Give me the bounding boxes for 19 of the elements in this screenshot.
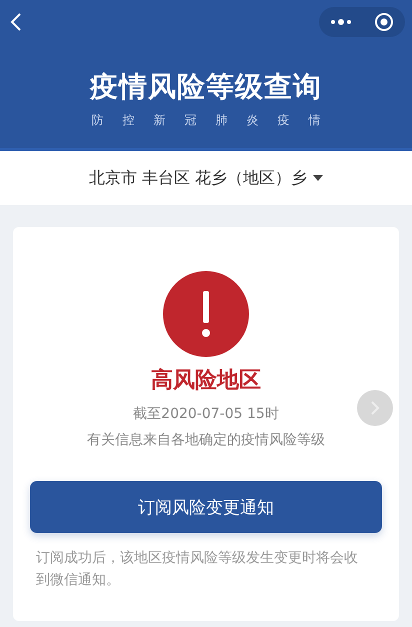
back-icon[interactable] xyxy=(10,12,22,32)
location-selector[interactable]: 北京市 丰台区 花乡（地区）乡 xyxy=(0,151,412,205)
more-icon[interactable] xyxy=(330,18,352,26)
subtitle-char: 肺 xyxy=(216,112,228,129)
subscribe-button[interactable]: 订阅风险变更通知 xyxy=(30,481,382,533)
subtitle-char: 炎 xyxy=(246,112,258,129)
subtitle-char: 疫 xyxy=(278,112,290,129)
close-icon[interactable] xyxy=(374,12,394,32)
subtitle-char: 情 xyxy=(308,112,320,129)
subtitle-char: 控 xyxy=(122,112,134,129)
risk-level: 高风险地区 xyxy=(151,366,261,395)
page-title: 疫情风险等级查询 xyxy=(90,69,322,105)
subtitle-char: 新 xyxy=(154,112,166,129)
caret-icon xyxy=(313,175,324,181)
source-info: 有关信息来自各地确定的疫情风险等级 xyxy=(87,431,325,449)
subscribe-note: 订阅成功后，该地区疫情风险等级发生变更时将会收到微信通知。 xyxy=(35,549,359,590)
subtitle-char: 防 xyxy=(92,112,104,129)
subtitle-char: 冠 xyxy=(184,112,196,129)
update-time: 截至2020-07-05 15时 xyxy=(133,405,279,423)
